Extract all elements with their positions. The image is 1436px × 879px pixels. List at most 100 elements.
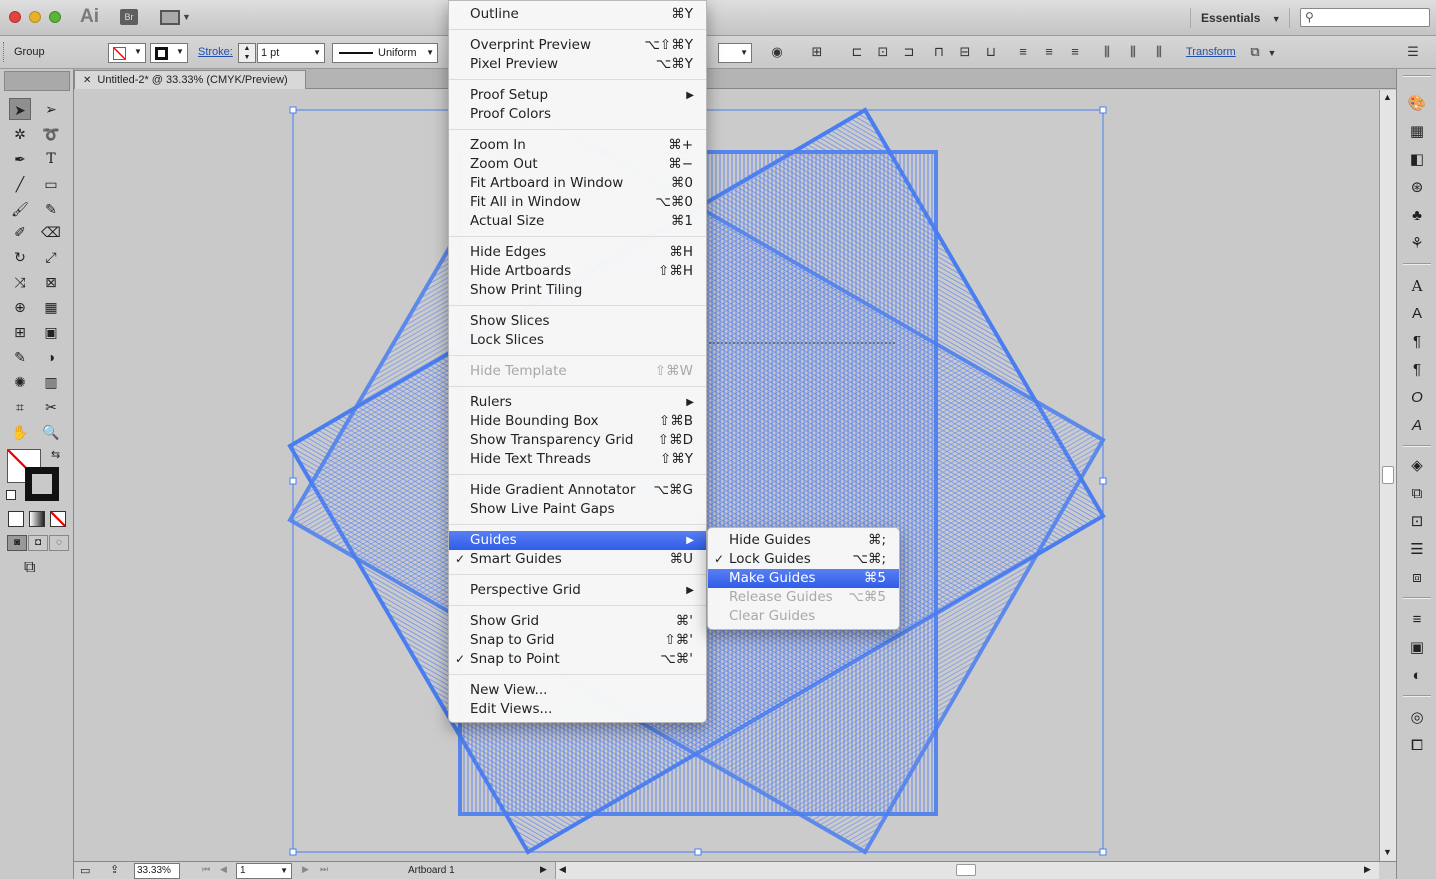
transparency-panel-icon[interactable]: ◐ bbox=[1406, 665, 1428, 687]
type-tool-icon[interactable]: T bbox=[40, 148, 62, 170]
distribute-bottom-icon[interactable]: ≡ bbox=[1066, 44, 1084, 60]
document-tab[interactable]: ✕ Untitled-2* @ 33.33% (CMYK/Preview) bbox=[74, 70, 306, 89]
zoom-window-button[interactable] bbox=[49, 11, 61, 23]
align-right-icon[interactable]: ⊐ bbox=[900, 44, 918, 60]
opentype-panel-icon[interactable]: O bbox=[1406, 387, 1428, 409]
scroll-right-icon[interactable]: ▶ bbox=[1364, 864, 1371, 875]
scroll-left-icon[interactable]: ◀ bbox=[559, 864, 566, 875]
slice-tool-icon[interactable]: ✂ bbox=[40, 396, 62, 418]
menu-item-snap-to-grid[interactable]: Snap to Grid ⇧⌘' bbox=[449, 631, 706, 650]
character-panel-icon[interactable]: A bbox=[1406, 275, 1428, 297]
zoom-level-dropdown[interactable]: 33.33% bbox=[134, 863, 180, 879]
swap-colors-icon[interactable]: ⇆ bbox=[51, 448, 60, 461]
previous-artboard-icon[interactable]: ◀ bbox=[220, 864, 227, 875]
scroll-up-icon[interactable]: ▲ bbox=[1383, 92, 1392, 102]
artboards-panel-icon[interactable]: ⧉ bbox=[1406, 483, 1428, 505]
handle-bottom-center[interactable] bbox=[694, 848, 702, 856]
transform-panel-link[interactable]: Transform bbox=[1186, 46, 1236, 58]
menu-item-show-transparency-grid[interactable]: Show Transparency Grid ⇧⌘D bbox=[449, 431, 706, 450]
menu-item-overprint-preview[interactable]: Overprint Preview ⌥⇧⌘Y bbox=[449, 36, 706, 55]
distribute-top-icon[interactable]: ≡ bbox=[1014, 44, 1032, 60]
paragraph-styles-panel-icon[interactable]: ¶ bbox=[1406, 359, 1428, 381]
vertical-scrollbar[interactable]: ▲ ▼ bbox=[1379, 90, 1396, 861]
menu-item-hide-text-threads[interactable]: Hide Text Threads ⇧⌘Y bbox=[449, 450, 706, 469]
screen-icon[interactable]: ▭ bbox=[80, 864, 90, 877]
selection-tool-icon[interactable]: ➤ bbox=[9, 98, 31, 120]
scroll-down-icon[interactable]: ▼ bbox=[1383, 847, 1392, 857]
menu-item-proof-colors[interactable]: Proof Colors bbox=[449, 105, 706, 124]
character-styles-panel-icon[interactable]: A bbox=[1406, 303, 1428, 325]
arrange-documents-icon[interactable] bbox=[160, 10, 180, 25]
handle-top-left[interactable] bbox=[289, 106, 297, 114]
dock-grip[interactable] bbox=[1403, 75, 1431, 77]
stroke-swatch-dropdown[interactable]: ▼ bbox=[150, 43, 188, 63]
line-tool-icon[interactable]: ╱ bbox=[9, 173, 31, 195]
artwork-group[interactable] bbox=[75, 90, 1379, 861]
draw-normal-icon[interactable]: ◙ bbox=[7, 535, 27, 551]
menu-item-new-view[interactable]: New View... bbox=[449, 681, 706, 700]
workspace-switcher[interactable]: Essentials ▼ bbox=[1190, 8, 1290, 28]
distribute-center-icon[interactable]: ≡ bbox=[1040, 44, 1058, 60]
graphic-styles-panel-icon[interactable]: ⚘ bbox=[1406, 233, 1428, 255]
menu-item-lock-guides[interactable]: ✓ Lock Guides ⌥⌘; bbox=[708, 550, 899, 569]
menu-item-zoom-in[interactable]: Zoom In ⌘+ bbox=[449, 136, 706, 155]
menu-item-hide-gradient-annotator[interactable]: Hide Gradient Annotator ⌥⌘G bbox=[449, 481, 706, 500]
canvas-area[interactable] bbox=[75, 90, 1379, 861]
align-horizontal-center-icon[interactable]: ⊡ bbox=[874, 44, 892, 60]
menu-item-hide-guides[interactable]: Hide Guides ⌘; bbox=[708, 531, 899, 550]
shape-builder-tool-icon[interactable]: ⊕ bbox=[9, 296, 31, 318]
color-mode-icon[interactable] bbox=[8, 511, 24, 527]
menu-item-fit-artboard-in-window[interactable]: Fit Artboard in Window ⌘0 bbox=[449, 174, 706, 193]
blob-brush-tool-icon[interactable]: ✐ bbox=[9, 221, 31, 243]
eraser-tool-icon[interactable]: ⌫ bbox=[40, 221, 62, 243]
menu-item-snap-to-point[interactable]: ✓ Snap to Point ⌥⌘' bbox=[449, 650, 706, 669]
perspective-grid-tool-icon[interactable]: ▦ bbox=[40, 296, 62, 318]
menu-item-show-grid[interactable]: Show Grid ⌘' bbox=[449, 612, 706, 631]
stroke-weight-stepper[interactable]: ▲ ▼ bbox=[238, 43, 256, 63]
menu-item-zoom-out[interactable]: Zoom Out ⌘− bbox=[449, 155, 706, 174]
align-left-icon[interactable]: ⊏ bbox=[848, 44, 866, 60]
screen-mode-icon[interactable]: ⧉ bbox=[24, 559, 35, 577]
menu-item-edit-views[interactable]: Edit Views... bbox=[449, 700, 706, 719]
chevron-down-icon[interactable]: ▼ bbox=[1266, 45, 1278, 61]
stroke-weight-input[interactable]: 1 pt ▼ bbox=[257, 43, 325, 63]
export-icon[interactable]: ⇪ bbox=[110, 863, 119, 876]
artboard-tool-icon[interactable]: ⌗ bbox=[9, 396, 31, 418]
align-vertical-center-icon[interactable]: ⊟ bbox=[956, 44, 974, 60]
menu-item-show-slices[interactable]: Show Slices bbox=[449, 312, 706, 331]
brushes-panel-icon[interactable]: ⊛ bbox=[1406, 177, 1428, 199]
horizontal-scrollbar[interactable]: ◀ ▶ bbox=[555, 862, 1379, 879]
fill-swatch-dropdown[interactable]: ▼ bbox=[108, 43, 146, 63]
color-panel-icon[interactable]: 🎨 bbox=[1406, 93, 1428, 115]
align-bottom-icon[interactable]: ⊔ bbox=[982, 44, 1000, 60]
free-transform-tool-icon[interactable]: ⊠ bbox=[40, 271, 62, 293]
stroke-panel-icon[interactable]: ≡ bbox=[1406, 609, 1428, 631]
next-artboard-icon[interactable]: ▶ bbox=[302, 864, 309, 875]
vertical-scroll-thumb[interactable] bbox=[1382, 466, 1394, 484]
default-colors-icon[interactable] bbox=[6, 490, 16, 500]
handle-middle-right[interactable] bbox=[1099, 477, 1107, 485]
grip-handle[interactable] bbox=[3, 42, 6, 62]
close-icon[interactable]: ✕ bbox=[83, 75, 91, 86]
transform-panel-icon[interactable]: ⊡ bbox=[1406, 511, 1428, 533]
distribute-right-icon[interactable]: ⫼ bbox=[1150, 44, 1168, 60]
handle-top-right[interactable] bbox=[1099, 106, 1107, 114]
stroke-color-icon[interactable] bbox=[25, 467, 59, 501]
gradient-mode-icon[interactable] bbox=[29, 511, 45, 527]
menu-item-guides[interactable]: Guides ▶ bbox=[449, 531, 706, 550]
minimize-window-button[interactable] bbox=[29, 11, 41, 23]
distribute-left-icon[interactable]: ⫼ bbox=[1098, 44, 1116, 60]
menu-item-hide-artboards[interactable]: Hide Artboards ⇧⌘H bbox=[449, 262, 706, 281]
menu-item-show-print-tiling[interactable]: Show Print Tiling bbox=[449, 281, 706, 300]
navigator-panel-icon[interactable]: ⧠ bbox=[1406, 735, 1428, 757]
rotate-tool-icon[interactable]: ↻ bbox=[9, 246, 31, 268]
magic-wand-tool-icon[interactable]: ✲ bbox=[9, 123, 31, 145]
menu-item-hide-edges[interactable]: Hide Edges ⌘H bbox=[449, 243, 706, 262]
menu-item-smart-guides[interactable]: ✓ Smart Guides ⌘U bbox=[449, 550, 706, 569]
width-tool-icon[interactable]: ⤨ bbox=[9, 271, 31, 293]
menu-item-fit-all-in-window[interactable]: Fit All in Window ⌥⌘0 bbox=[449, 193, 706, 212]
panel-menu-icon[interactable]: ☰ bbox=[1404, 44, 1422, 60]
glyphs-panel-icon[interactable]: A bbox=[1406, 415, 1428, 437]
menu-item-hide-bounding-box[interactable]: Hide Bounding Box ⇧⌘B bbox=[449, 412, 706, 431]
paintbrush-tool-icon[interactable]: 🖌 bbox=[9, 198, 31, 220]
